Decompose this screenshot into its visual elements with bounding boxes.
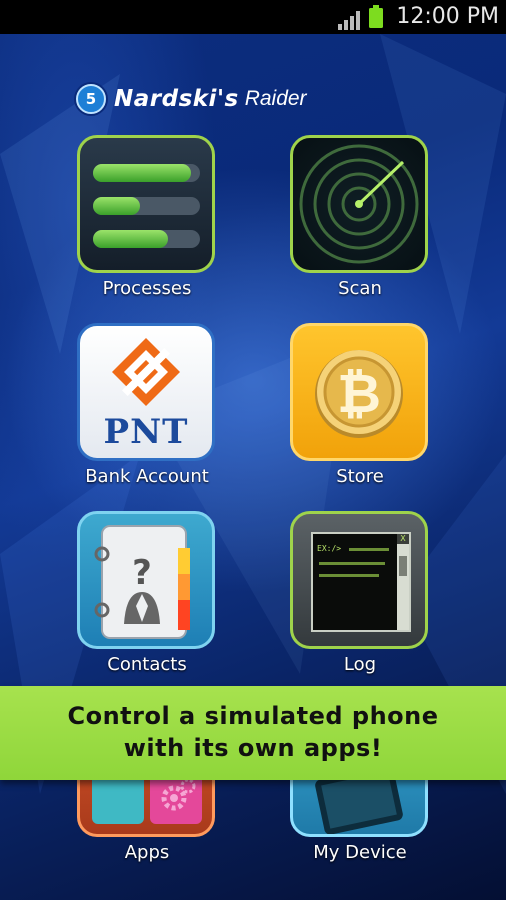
app-label: My Device <box>313 842 407 863</box>
bank-logo-icon <box>112 338 180 406</box>
app-bank-account[interactable]: PNT Bank Account <box>77 323 217 487</box>
svg-text:?: ? <box>132 553 152 593</box>
progress-fill <box>93 197 141 215</box>
progress-fill <box>93 230 168 248</box>
scrollbar: X <box>397 534 409 630</box>
app-label: Apps <box>124 842 170 863</box>
progress-bar <box>93 230 200 248</box>
brand-header: 5 Nardski's Raider <box>76 84 307 114</box>
progress-bar <box>93 197 200 215</box>
svg-text:₿: ₿ <box>337 362 381 425</box>
banner-line-1: Control a simulated phone <box>67 702 439 730</box>
app-label: Store <box>336 466 384 487</box>
app-label: Log <box>343 654 377 675</box>
app-label: Bank Account <box>85 466 209 487</box>
terminal-window: EX:/> X <box>311 532 411 632</box>
bank-icon[interactable]: PNT <box>77 323 215 461</box>
status-time: 12:00 PM <box>396 4 499 29</box>
log-line <box>319 562 385 565</box>
brand-name: Nardski's <box>114 86 239 112</box>
contacts-book-icon[interactable]: ? <box>77 511 215 649</box>
promo-banner: Control a simulated phone with its own a… <box>0 686 506 780</box>
processes-icon[interactable] <box>77 135 215 273</box>
bank-logo-text: PNT <box>103 412 189 452</box>
terminal-log-icon[interactable]: EX:/> X <box>290 511 428 649</box>
app-contacts[interactable]: ? Contacts <box>77 511 217 675</box>
scrollbar-thumb <box>399 556 407 576</box>
close-icon: X <box>397 534 409 544</box>
app-scan[interactable]: Scan <box>290 135 430 299</box>
banner-line-2: with its own apps! <box>123 734 383 762</box>
progress-fill <box>93 164 192 182</box>
progress-bar <box>93 164 200 182</box>
app-store[interactable]: ₿ Store <box>290 323 430 487</box>
log-line <box>319 574 379 577</box>
battery-icon <box>369 5 383 28</box>
radar-icon[interactable] <box>290 135 428 273</box>
signal-icon <box>338 11 360 30</box>
status-bar: 12:00 PM <box>0 0 506 34</box>
log-line <box>349 548 389 551</box>
app-processes[interactable]: Processes <box>77 135 217 299</box>
bitcoin-icon[interactable]: ₿ <box>290 323 428 461</box>
brand-subtitle: Raider <box>244 87 307 110</box>
brand-badge: 5 <box>76 84 106 114</box>
app-log[interactable]: EX:/> X Log <box>290 511 430 675</box>
app-label: Scan <box>338 278 382 299</box>
terminal-prompt: EX:/> <box>317 544 342 553</box>
app-label: Contacts <box>107 654 187 675</box>
app-label: Processes <box>102 278 192 299</box>
